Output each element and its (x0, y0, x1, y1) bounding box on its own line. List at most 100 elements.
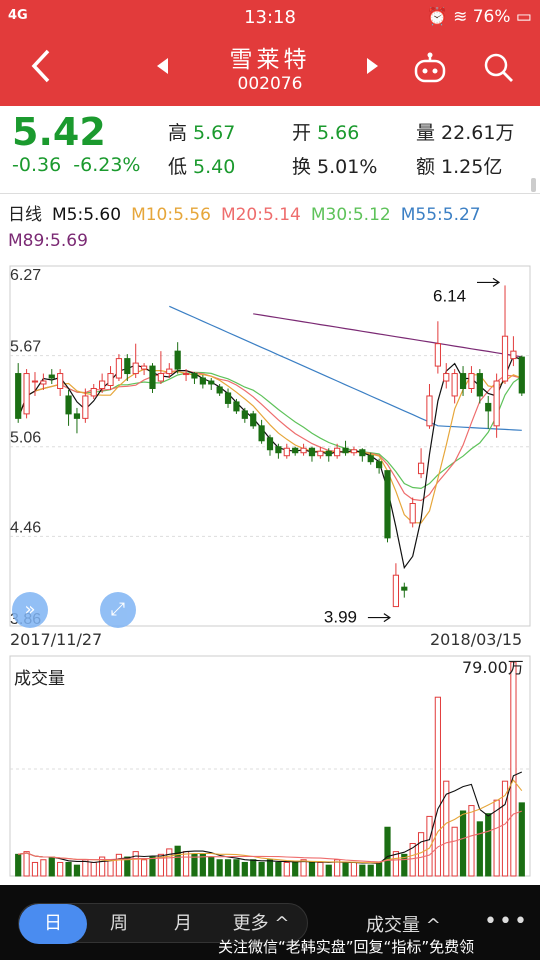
more-dots-icon: ••• (484, 909, 529, 934)
kline-chart[interactable]: 6.275.675.064.463.866.143.99 (0, 258, 540, 885)
volume-bar (443, 780, 450, 877)
candle-body (157, 373, 164, 382)
ma89-label: M89:5.69 (8, 231, 88, 251)
low-cell: 低 5.40 (168, 152, 235, 179)
volume-bar (476, 821, 483, 877)
low-value: 5.40 (193, 156, 236, 178)
open-label: 开 (292, 122, 312, 144)
volume-bar (199, 853, 206, 877)
volume-bar (468, 805, 475, 877)
volume-bar (426, 815, 433, 877)
volume-bar (325, 864, 332, 877)
volume-bar (149, 856, 156, 877)
volume-bar (132, 851, 139, 877)
candle-body (434, 343, 441, 367)
candle-body (115, 358, 123, 379)
ma30-label: M30:5.12 (310, 205, 391, 225)
volume-bar (350, 861, 358, 877)
candle-body (182, 373, 190, 376)
candle-body (510, 350, 517, 360)
volume-title: 成交量 (14, 664, 65, 689)
y-tick-label: 5.67 (10, 339, 41, 356)
search-button[interactable] (483, 52, 515, 88)
next-stock-button[interactable] (366, 56, 380, 81)
candle-body (459, 373, 467, 389)
y-tick-label: 5.06 (10, 430, 41, 447)
title-bar: 雪莱特 002076 (0, 34, 540, 106)
candle-body (384, 470, 391, 539)
candle-body (342, 447, 349, 454)
volume-bar (65, 861, 72, 877)
candle-body (350, 449, 358, 454)
ma89-line (253, 313, 522, 358)
candle-body (392, 574, 400, 608)
tab-week[interactable]: 周 (87, 904, 151, 944)
candle-body (468, 373, 475, 389)
robot-assistant-button[interactable] (412, 52, 448, 88)
candle-body (359, 449, 366, 457)
candle-body (493, 380, 500, 427)
candle-body (334, 447, 341, 457)
candle-body (73, 413, 81, 419)
candle-body (107, 373, 114, 387)
period-label: 日线 (8, 205, 42, 225)
candle-body (233, 401, 240, 412)
change-value: -0.36 (12, 154, 62, 176)
candle-body (258, 425, 265, 442)
candle-body (501, 335, 509, 382)
indicator-selector[interactable]: 成交量 ^ (366, 911, 441, 937)
volume-bar (417, 832, 425, 877)
volume-bar (23, 851, 30, 877)
volume-bar (300, 859, 307, 877)
candle-body (224, 392, 232, 404)
candle-body (300, 447, 307, 454)
volume-bar (208, 856, 215, 877)
volume-bar (250, 859, 257, 877)
more-button[interactable]: ••• (484, 909, 529, 934)
tab-day[interactable]: 日 (19, 904, 87, 944)
volume-bar (224, 859, 232, 877)
candle-body (82, 395, 89, 419)
candle-body (401, 586, 408, 591)
volume-bar (384, 826, 391, 877)
volume-cell: 量 22.61万 (416, 118, 514, 145)
candle-body (292, 447, 299, 454)
high-arrow (477, 277, 501, 287)
volume-bar (359, 864, 366, 877)
volume-bar (275, 861, 282, 877)
robot-icon (414, 52, 446, 83)
candle-body (451, 373, 458, 397)
candle-body (317, 450, 324, 457)
tab-month[interactable]: 月 (151, 904, 215, 944)
candle-body (250, 413, 257, 427)
candle-body (283, 447, 290, 457)
candle-body (308, 447, 316, 457)
candle-body (48, 374, 55, 379)
volume-label: 量 (416, 122, 436, 144)
watermark-text: 关注微信“老韩实盘”回复“指标”免费领 (218, 938, 475, 956)
volume-bar (107, 859, 114, 877)
candle-body (132, 362, 139, 375)
open-value: 5.66 (317, 122, 360, 144)
end-date: 2018/03/15 (430, 630, 523, 649)
y-tick-label: 6.27 (10, 267, 41, 284)
triangle-right-icon (367, 58, 378, 74)
price-change: -0.36 -6.23% (12, 154, 140, 176)
ma55-label: M55:5.27 (400, 205, 481, 225)
volume-bar (266, 859, 274, 877)
volume-bar (48, 856, 55, 877)
volume-bar (317, 861, 324, 877)
status-bar: 4G 13:18 ⏰ ≋ 76% ▭ (0, 0, 540, 34)
turnover-label: 换 (292, 156, 312, 178)
high-label: 高 (168, 122, 188, 144)
candle-body (376, 461, 383, 469)
current-price: 5.42 (12, 110, 106, 154)
volume-max-label: 79.00万 (462, 658, 524, 677)
high-cell: 高 5.67 (168, 118, 235, 145)
wifi-icon: ≋ (453, 7, 468, 27)
candle-body (426, 395, 433, 427)
candle-body (140, 365, 148, 370)
fullscreen-button[interactable]: ⤢ (100, 592, 136, 628)
collapse-button[interactable]: » (12, 592, 48, 628)
start-date: 2017/11/27 (10, 630, 103, 649)
